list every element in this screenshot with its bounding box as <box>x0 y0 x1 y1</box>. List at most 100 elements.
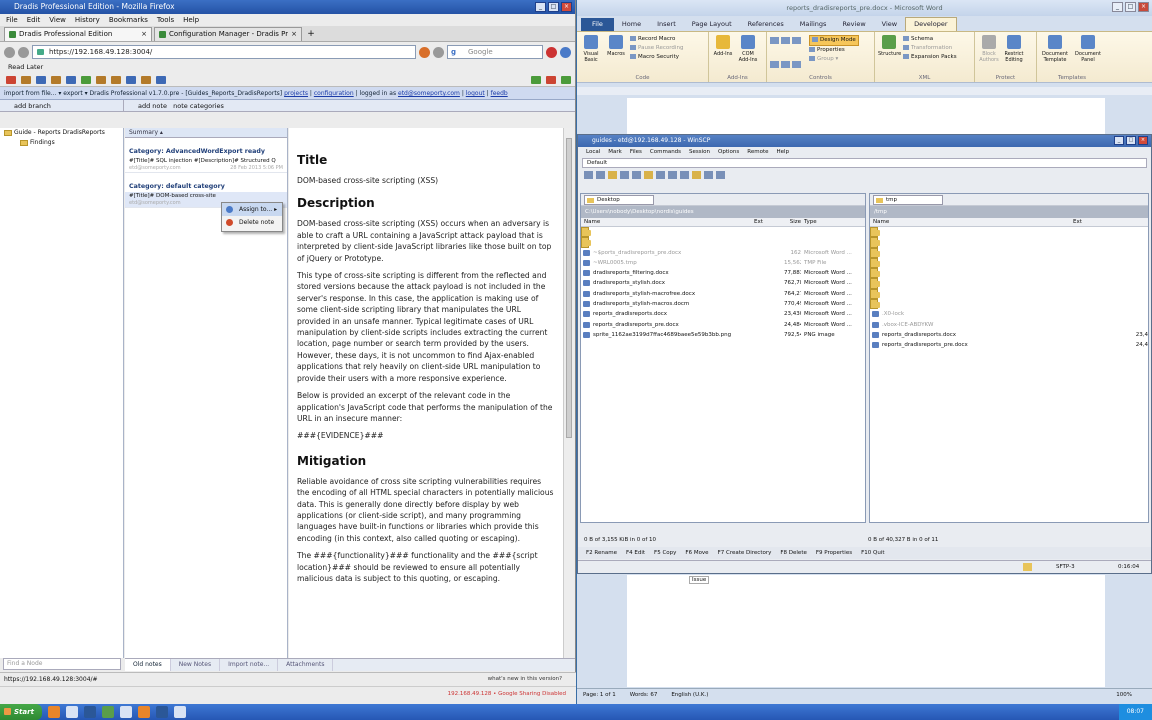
menu-files[interactable]: Files <box>630 147 642 158</box>
toolbar-tool-icon[interactable] <box>66 75 76 84</box>
word-count[interactable]: Words: 67 <box>630 689 658 700</box>
file-row[interactable]: dradisreports_stylish-macrofree.docx 764,… <box>581 289 865 299</box>
taskbar-app-icon[interactable] <box>137 706 150 718</box>
menu-options[interactable]: Options <box>718 147 739 158</box>
toolbar-tool-icon[interactable] <box>704 171 713 179</box>
minimize-button[interactable]: _ <box>1114 136 1124 145</box>
control-icon[interactable] <box>781 37 790 44</box>
control-icon[interactable] <box>781 60 790 68</box>
file-row[interactable]: .. <box>870 227 880 238</box>
taskbar-app-icon[interactable] <box>65 706 78 718</box>
bookmark-read-later[interactable]: Read Later <box>8 63 43 71</box>
scrollbar-thumb[interactable] <box>566 138 572 438</box>
toolbar-tool-icon[interactable] <box>36 75 46 84</box>
ribbon-tab-mailings[interactable]: Mailings <box>792 18 835 31</box>
toolbar-tool-icon[interactable] <box>668 171 677 179</box>
tree-node-findings[interactable]: Findings <box>0 138 123 148</box>
zoom-level[interactable]: 100% <box>1116 689 1152 700</box>
schema-button[interactable]: Schema <box>903 35 957 44</box>
file-row[interactable]: orbit-etd <box>870 278 880 289</box>
minimize-button[interactable]: _ <box>535 2 546 12</box>
local-path[interactable]: C:\Users\nobody\Desktop\nordis\guides <box>581 206 865 218</box>
file-row[interactable]: dradisreports_stylish-macros.docm770,493… <box>581 299 865 309</box>
file-row[interactable]: ..Parent directory <box>581 227 591 238</box>
file-row[interactable]: stylish_dradis-exportFile folder <box>581 237 591 248</box>
toolbar-tool-icon[interactable] <box>126 75 136 84</box>
file-row[interactable]: hsperfdata_etd <box>870 268 880 279</box>
f4-edit-button[interactable]: F4 Edit <box>626 547 645 559</box>
back-icon[interactable] <box>4 46 15 58</box>
language[interactable]: English (U.K.) <box>671 689 708 700</box>
file-row[interactable]: .ICE-unix <box>870 237 880 248</box>
toolbar-tool-icon[interactable] <box>21 75 31 84</box>
taskbar-app-icon[interactable] <box>155 706 168 718</box>
f7-create-directory-button[interactable]: F7 Create Directory <box>718 547 772 559</box>
taskbar-app-icon[interactable] <box>173 706 186 718</box>
toolbar-tool-icon[interactable] <box>632 171 641 179</box>
taskbar-app-icon[interactable] <box>119 706 132 718</box>
maximize-button[interactable]: □ <box>548 2 559 12</box>
menu-session[interactable]: Session <box>689 147 710 158</box>
menu-view[interactable]: View <box>49 14 66 26</box>
menu-help[interactable]: Help <box>777 147 790 158</box>
firefox-icon[interactable] <box>419 46 430 58</box>
transformation-button[interactable]: Transformation <box>903 44 957 53</box>
forward-icon[interactable] <box>18 46 29 58</box>
toolbar-tool-icon[interactable] <box>716 171 725 179</box>
add-note-button[interactable]: add note <box>138 102 167 110</box>
tab-attachments[interactable]: Attachments <box>278 659 334 671</box>
taskbar-app-icon[interactable] <box>83 706 96 718</box>
menu-bookmarks[interactable]: Bookmarks <box>109 14 148 26</box>
file-row[interactable]: ssh-QYTQkH2139 <box>870 299 880 310</box>
file-row[interactable]: .vbox-ICE-ABDYKW <box>870 320 1148 330</box>
new-tab-button[interactable]: + <box>304 28 318 41</box>
tab-configuration-manager[interactable]: Configuration Manager - Dradis Professio… <box>154 27 302 41</box>
preview-scrollbar[interactable] <box>563 128 574 658</box>
maximize-button[interactable]: □ <box>1125 2 1136 12</box>
local-drive-selector[interactable]: Desktop <box>584 194 654 205</box>
home-icon[interactable] <box>433 46 444 58</box>
file-row[interactable]: acroread_1000_1000 <box>870 257 880 269</box>
tab-dradis[interactable]: Dradis Professional Edition × <box>4 27 152 41</box>
file-row[interactable]: sprite_1162ae3199d7ffac4689baee5e59b3bb.… <box>581 330 865 340</box>
projects-link[interactable]: projects <box>284 90 308 97</box>
session-selector[interactable]: Default <box>582 158 1147 168</box>
close-button[interactable]: × <box>1138 136 1148 145</box>
control-icon[interactable] <box>792 60 801 68</box>
file-row[interactable]: reports_dradisreports.docx23,430Microsof… <box>581 309 865 319</box>
configuration-link[interactable]: configuration <box>314 90 354 97</box>
ribbon-tab-view[interactable]: View <box>874 18 905 31</box>
menu-commands[interactable]: Commands <box>650 147 681 158</box>
toolbar-tool-icon[interactable] <box>656 171 665 179</box>
toolbar-tool-icon[interactable] <box>51 75 61 84</box>
ribbon-tab-review[interactable]: Review <box>834 18 873 31</box>
menu-help[interactable]: Help <box>183 14 199 26</box>
toolbar-tool-icon[interactable] <box>620 171 629 179</box>
add-branch-button[interactable]: add branch <box>0 100 124 111</box>
stop-icon[interactable] <box>546 75 556 84</box>
maximize-button[interactable]: □ <box>1126 136 1136 145</box>
menu-mark[interactable]: Mark <box>608 147 622 158</box>
toolbar-tool-icon[interactable] <box>111 75 121 84</box>
file-row[interactable]: ~WRL0005.tmp15,562TMP File <box>581 258 865 268</box>
whats-new-link[interactable]: what's new in this version? <box>488 673 562 686</box>
menu-edit[interactable]: Edit <box>27 14 41 26</box>
toolbar-tool-icon[interactable] <box>644 171 653 179</box>
menu-history[interactable]: History <box>75 14 100 26</box>
issue-content-control[interactable]: Issue <box>689 576 710 584</box>
file-row[interactable]: .X0-lock <box>870 309 1148 319</box>
column-type[interactable]: Type <box>801 218 865 226</box>
url-bar[interactable]: https://192.168.49.128:3004/ <box>32 45 416 59</box>
f10-quit-button[interactable]: F10 Quit <box>861 547 884 559</box>
toolbar-tool-icon[interactable] <box>96 75 106 84</box>
record-macro-button[interactable]: Record Macro <box>630 35 683 44</box>
column-ext[interactable]: Ext <box>1070 218 1148 226</box>
toolbar-tool-icon[interactable] <box>6 75 16 84</box>
search-input[interactable]: Google <box>447 45 543 59</box>
adblock-icon[interactable] <box>546 46 557 58</box>
toolbar-tool-icon[interactable] <box>584 171 593 179</box>
ribbon-tab-file[interactable]: File <box>581 18 614 31</box>
note-row[interactable]: #[Title]# SQL injection #[Description]# … <box>125 157 287 173</box>
menu-file[interactable]: File <box>6 14 18 26</box>
checkmark-icon[interactable] <box>531 75 541 84</box>
